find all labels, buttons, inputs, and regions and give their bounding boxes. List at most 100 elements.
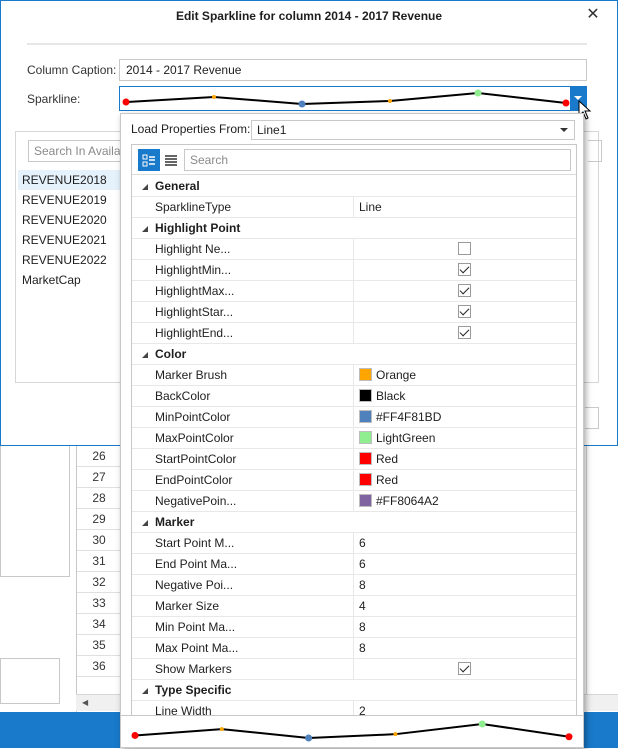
- column-divider: [353, 281, 354, 301]
- property-row[interactable]: Highlight Ne...: [132, 239, 576, 260]
- load-properties-combobox[interactable]: Line1: [251, 120, 575, 140]
- available-columns-list: REVENUE2018 REVENUE2019 REVENUE2020 REVENUE…: [18, 170, 128, 290]
- alphabetical-view-button[interactable]: [160, 149, 182, 171]
- color-name: Orange: [376, 368, 417, 382]
- property-row[interactable]: MinPointColor #FF4F81BD: [132, 407, 576, 428]
- property-row[interactable]: Max Point Ma... 8: [132, 638, 576, 659]
- category-label: Highlight Point: [155, 221, 241, 235]
- title-separator: [27, 43, 587, 45]
- column-divider: [353, 659, 354, 679]
- property-row[interactable]: HighlightEnd...: [132, 323, 576, 344]
- collapse-triangle-icon[interactable]: [142, 688, 148, 694]
- collapse-triangle-icon[interactable]: [142, 184, 148, 190]
- property-row[interactable]: Marker Size 4: [132, 596, 576, 617]
- property-color-value[interactable]: LightGreen: [359, 428, 435, 448]
- color-name: Black: [376, 389, 406, 403]
- column-divider: [353, 323, 354, 343]
- property-search-input[interactable]: Search: [184, 149, 571, 171]
- sparkline-point: [388, 99, 392, 103]
- property-row[interactable]: BackColor Black: [132, 386, 576, 407]
- property-row[interactable]: EndPointColor Red: [132, 470, 576, 491]
- sparkline-combobox[interactable]: [119, 86, 587, 111]
- column-divider: [353, 491, 354, 511]
- category-label: General: [155, 179, 200, 193]
- property-row[interactable]: Negative Poi... 8: [132, 575, 576, 596]
- category-label: Marker: [155, 515, 195, 529]
- property-value[interactable]: 6: [359, 533, 366, 553]
- property-value[interactable]: 8: [359, 617, 366, 637]
- property-checkbox[interactable]: [458, 284, 471, 297]
- property-row[interactable]: Show Markers: [132, 659, 576, 680]
- close-icon[interactable]: ✕: [583, 5, 603, 25]
- color-swatch: [359, 494, 372, 507]
- property-value[interactable]: 6: [359, 554, 366, 574]
- background-row-number: 29: [77, 509, 121, 530]
- property-value[interactable]: 8: [359, 638, 366, 658]
- category-row[interactable]: Color: [132, 344, 576, 365]
- property-row[interactable]: HighlightStar...: [132, 302, 576, 323]
- available-panel-right-control[interactable]: [588, 140, 602, 162]
- column-divider: [353, 365, 354, 385]
- property-checkbox[interactable]: [458, 662, 471, 675]
- sparkline-point: [565, 733, 573, 741]
- property-color-value[interactable]: Orange: [359, 365, 416, 385]
- property-rows: General SparklineType Line Highlight Point H…: [132, 176, 576, 722]
- property-color-value[interactable]: Red: [359, 449, 398, 469]
- dialog-button-partial[interactable]: [585, 407, 599, 429]
- property-row[interactable]: SparklineType Line: [132, 197, 576, 218]
- collapse-triangle-icon[interactable]: [142, 520, 148, 526]
- column-divider: [353, 449, 354, 469]
- property-checkbox[interactable]: [458, 263, 471, 276]
- available-column-item[interactable]: REVENUE2021: [18, 230, 128, 250]
- category-row[interactable]: General: [132, 176, 576, 197]
- category-row[interactable]: Type Specific: [132, 680, 576, 701]
- property-checkbox[interactable]: [458, 242, 471, 255]
- scroll-left-icon[interactable]: ◀: [82, 698, 88, 707]
- property-value[interactable]: Line: [359, 197, 382, 217]
- color-swatch: [359, 389, 372, 402]
- background-right-strip: [586, 446, 618, 712]
- property-checkbox[interactable]: [458, 305, 471, 318]
- collapse-triangle-icon[interactable]: [142, 226, 148, 232]
- property-checkbox[interactable]: [458, 326, 471, 339]
- color-swatch: [359, 431, 372, 444]
- column-divider: [353, 575, 354, 595]
- available-column-item[interactable]: REVENUE2018: [18, 170, 128, 190]
- property-color-value[interactable]: #FF8064A2: [359, 491, 439, 511]
- property-row[interactable]: Start Point M... 6: [132, 533, 576, 554]
- property-row[interactable]: End Point Ma... 6: [132, 554, 576, 575]
- column-divider: [353, 239, 354, 259]
- property-row[interactable]: StartPointColor Red: [132, 449, 576, 470]
- property-color-value[interactable]: Red: [359, 470, 398, 490]
- available-column-item[interactable]: REVENUE2020: [18, 210, 128, 230]
- property-name: Negative Poi...: [155, 578, 234, 592]
- property-row[interactable]: MaxPointColor LightGreen: [132, 428, 576, 449]
- color-name: Red: [376, 473, 399, 487]
- property-row[interactable]: HighlightMax...: [132, 281, 576, 302]
- dialog-title: Edit Sparkline for column 2014 - 2017 Re…: [175, 9, 443, 23]
- categorized-view-button[interactable]: [138, 149, 160, 171]
- available-column-item[interactable]: REVENUE2022: [18, 250, 128, 270]
- property-value[interactable]: 4: [359, 596, 366, 616]
- column-divider: [353, 197, 354, 217]
- color-swatch: [359, 452, 372, 465]
- column-divider: [353, 617, 354, 637]
- property-name: MaxPointColor: [155, 431, 234, 445]
- property-color-value[interactable]: #FF4F81BD: [359, 407, 441, 427]
- property-value[interactable]: 8: [359, 575, 366, 595]
- property-row[interactable]: NegativePoin... #FF8064A2: [132, 491, 576, 512]
- collapse-triangle-icon[interactable]: [142, 352, 148, 358]
- property-row[interactable]: Min Point Ma... 8: [132, 617, 576, 638]
- category-row[interactable]: Marker: [132, 512, 576, 533]
- category-row[interactable]: Highlight Point: [132, 218, 576, 239]
- property-row[interactable]: HighlightMin...: [132, 260, 576, 281]
- property-name: Show Markers: [155, 662, 232, 676]
- property-name: EndPointColor: [155, 473, 233, 487]
- available-column-item[interactable]: MarketCap: [18, 270, 128, 290]
- sparkline-point: [122, 98, 130, 106]
- column-caption-input[interactable]: 2014 - 2017 Revenue: [119, 59, 587, 81]
- available-column-item[interactable]: REVENUE2019: [18, 190, 128, 210]
- property-name: HighlightMin...: [155, 263, 232, 277]
- property-row[interactable]: Marker Brush Orange: [132, 365, 576, 386]
- property-color-value[interactable]: Black: [359, 386, 405, 406]
